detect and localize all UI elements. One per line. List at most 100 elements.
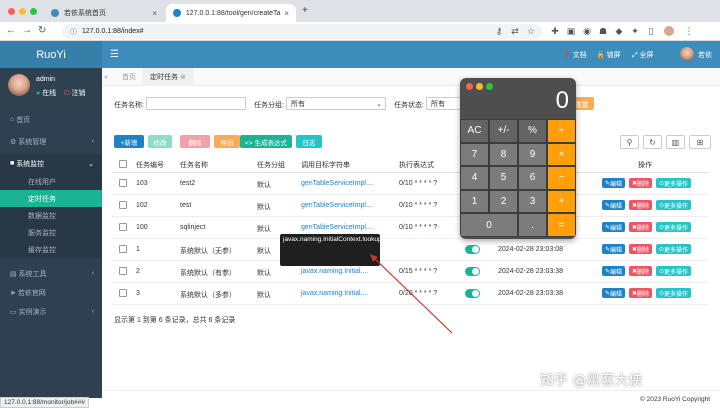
- row-checkbox[interactable]: [119, 289, 127, 297]
- row-checkbox[interactable]: [119, 223, 127, 231]
- row-delete-button[interactable]: ✖ 删除: [629, 178, 653, 188]
- delete-button[interactable]: 删除: [180, 135, 210, 148]
- edit-button[interactable]: 修改: [148, 135, 172, 148]
- row-edit-button[interactable]: ✎ 编辑: [602, 244, 626, 254]
- close-tab-icon[interactable]: ×: [152, 9, 157, 18]
- row-edit-button[interactable]: ✎ 编辑: [602, 222, 626, 232]
- row-more-button[interactable]: ⊙ 更多操作: [656, 244, 692, 254]
- browser-tab-home[interactable]: 若依系统首页 ×: [44, 4, 164, 22]
- search-icon[interactable]: ⚲: [620, 135, 639, 149]
- calc-minimize-button[interactable]: [476, 83, 483, 90]
- calc-key[interactable]: +/-: [489, 119, 518, 143]
- calc-key[interactable]: 1: [460, 189, 489, 214]
- status-toggle[interactable]: [465, 267, 480, 276]
- key-icon[interactable]: ⚷: [494, 26, 504, 36]
- scroll-left-icon[interactable]: «: [102, 68, 114, 86]
- calc-key[interactable]: ×: [547, 142, 576, 167]
- extension-icon[interactable]: ◉: [582, 26, 592, 36]
- row-delete-button[interactable]: ✖ 删除: [629, 266, 653, 276]
- row-delete-button[interactable]: ✖ 删除: [629, 244, 653, 254]
- row-checkbox[interactable]: [119, 201, 127, 209]
- extension-icon[interactable]: ☗: [598, 26, 608, 36]
- close-window-button[interactable]: [8, 8, 15, 15]
- generate-cron-button[interactable]: <> 生成表达式: [240, 135, 292, 148]
- row-more-button[interactable]: ⊙ 更多操作: [656, 288, 692, 298]
- row-more-button[interactable]: ⊙ 更多操作: [656, 178, 692, 188]
- job-group-select[interactable]: 所有 ⌄: [286, 97, 386, 110]
- profile-avatar[interactable]: [664, 26, 674, 36]
- status-toggle[interactable]: [465, 289, 480, 298]
- sidebar-item-tools[interactable]: ▤ 系统工具 ‹: [0, 264, 102, 283]
- calc-key[interactable]: 3: [518, 189, 547, 214]
- browser-menu-icon[interactable]: ⋮: [684, 26, 694, 36]
- row-delete-button[interactable]: ✖ 删除: [629, 288, 653, 298]
- site-info-icon[interactable]: ⓘ: [70, 27, 77, 37]
- refresh-icon[interactable]: ↻: [643, 135, 662, 149]
- close-tab-icon[interactable]: ⊗: [180, 73, 186, 81]
- row-more-button[interactable]: ⊙ 更多操作: [656, 200, 692, 210]
- header-username[interactable]: 若依: [698, 50, 712, 60]
- col-id[interactable]: 任务编号: [136, 160, 164, 170]
- log-button[interactable]: 日志: [296, 135, 322, 148]
- calc-key[interactable]: 9: [518, 142, 547, 167]
- table-row[interactable]: 2 系统默认（有参） 默认 javax.naming.Initial.... 0/15 …: [112, 261, 708, 283]
- avatar[interactable]: [8, 74, 30, 96]
- table-row[interactable]: 3 系统默认（多参） 默认 javax.naming.Initial.... 0/20 …: [112, 283, 708, 305]
- job-target[interactable]: javax.naming.Initial....: [301, 268, 368, 275]
- fullscreen-link[interactable]: ⤢ 全屏: [632, 50, 654, 60]
- sidepanel-icon[interactable]: ▯: [646, 26, 656, 36]
- row-delete-button[interactable]: ✖ 删除: [629, 222, 653, 232]
- calc-key[interactable]: +: [547, 189, 576, 214]
- select-all-checkbox[interactable]: [119, 160, 127, 168]
- calc-key[interactable]: 5: [489, 166, 518, 190]
- table-row[interactable]: 102 test 默认 genTableServiceImpl.... 0/10 * *…: [112, 195, 708, 217]
- sidebar-item-system[interactable]: ⚙ 系统管理 ‹: [0, 132, 102, 151]
- row-edit-button[interactable]: ✎ 编辑: [602, 178, 626, 188]
- row-edit-button[interactable]: ✎ 编辑: [602, 266, 626, 276]
- job-target[interactable]: genTableServiceImpl....: [301, 202, 374, 209]
- job-target[interactable]: genTableServiceImpl....: [301, 224, 374, 231]
- close-tab-icon[interactable]: ×: [284, 9, 289, 18]
- calc-close-button[interactable]: [466, 83, 473, 90]
- row-delete-button[interactable]: ✖ 删除: [629, 200, 653, 210]
- calc-key[interactable]: ÷: [547, 119, 576, 143]
- calc-zoom-button[interactable]: [486, 83, 493, 90]
- calc-key[interactable]: −: [547, 166, 576, 190]
- sidebar-item-monitor[interactable]: ■ 系统监控 ⌄: [0, 154, 102, 173]
- extension-icon[interactable]: ◆: [614, 26, 624, 36]
- lock-screen-link[interactable]: 🔒 锁屏: [596, 50, 621, 60]
- sidebar-item-website[interactable]: ➤ 若依官网: [0, 283, 102, 302]
- grid-dropdown-icon[interactable]: ⊞: [689, 135, 711, 149]
- col-target[interactable]: 调用目标字符串: [301, 160, 350, 170]
- status-toggle[interactable]: [465, 245, 480, 254]
- job-target[interactable]: genTableServiceImpl....: [301, 180, 374, 187]
- extension-icon[interactable]: ▣: [566, 26, 576, 36]
- new-tab-button[interactable]: +: [302, 5, 308, 16]
- tab-scheduled-jobs[interactable]: 定时任务 ⊗: [142, 68, 194, 86]
- row-edit-button[interactable]: ✎ 编辑: [602, 200, 626, 210]
- row-more-button[interactable]: ⊙ 更多操作: [656, 222, 692, 232]
- app-logo[interactable]: RuoYi: [0, 41, 102, 68]
- zoom-window-button[interactable]: [30, 8, 37, 15]
- row-edit-button[interactable]: ✎ 编辑: [602, 288, 626, 298]
- extension-icon[interactable]: ✚: [550, 26, 560, 36]
- forward-icon[interactable]: →: [22, 25, 32, 36]
- calc-key[interactable]: 4: [460, 166, 489, 190]
- calc-key[interactable]: .: [518, 213, 547, 237]
- browser-tab-gen[interactable]: 127.0.0.1:88/tool/gen/createTa ×: [166, 4, 296, 22]
- sidebar-item-cache-monitor[interactable]: 缓存监控: [0, 241, 102, 258]
- sidebar-item-home[interactable]: ⌂ 首页: [0, 110, 102, 129]
- tab-home[interactable]: 首页: [114, 68, 144, 86]
- docs-link[interactable]: ❓ 文档: [562, 50, 587, 60]
- job-status-select[interactable]: 所有: [426, 97, 462, 110]
- row-checkbox[interactable]: [119, 267, 127, 275]
- translate-icon[interactable]: ⇄: [510, 26, 520, 36]
- export-button[interactable]: 导出: [214, 135, 240, 148]
- star-icon[interactable]: ☆: [526, 26, 536, 36]
- add-button[interactable]: +新增: [114, 135, 144, 148]
- calc-key[interactable]: 6: [518, 166, 547, 190]
- calc-key[interactable]: =: [547, 213, 576, 237]
- col-cron[interactable]: 执行表达式: [399, 160, 434, 170]
- sidebar-item-online-users[interactable]: 在线用户: [0, 173, 102, 190]
- columns-icon[interactable]: ▥: [666, 135, 685, 149]
